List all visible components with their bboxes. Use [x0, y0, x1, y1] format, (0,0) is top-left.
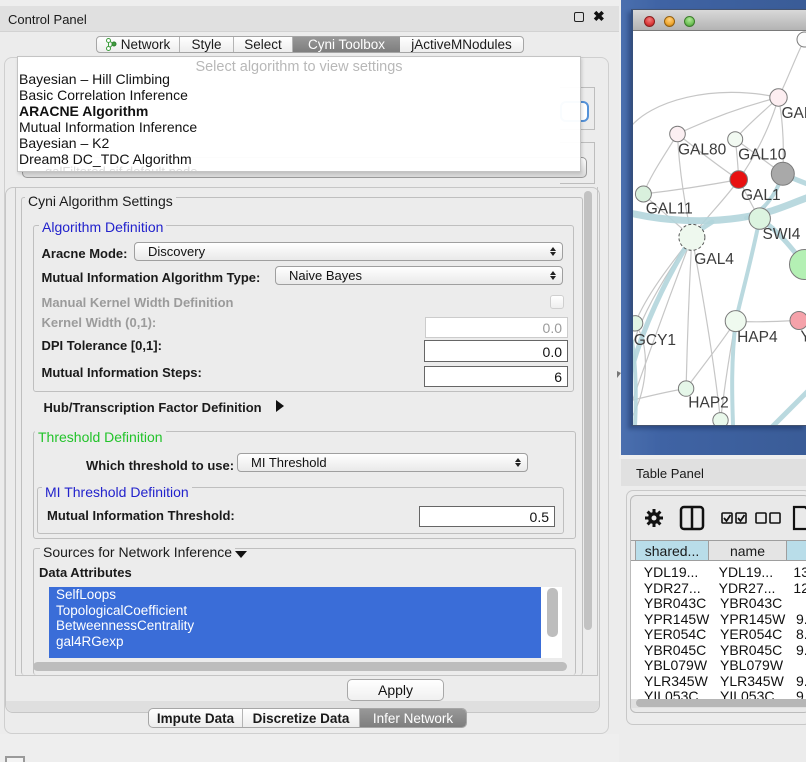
svg-text:GAL: GAL [781, 105, 806, 122]
svg-text:GAL10: GAL10 [738, 147, 787, 164]
svg-text:SWI4: SWI4 [762, 226, 800, 243]
svg-text:GAL80: GAL80 [678, 142, 727, 159]
svg-text:GAL1: GAL1 [741, 187, 781, 204]
svg-text:Y: Y [800, 329, 806, 346]
svg-text:GAL4: GAL4 [694, 251, 734, 268]
svg-text:HAP4: HAP4 [737, 329, 778, 346]
svg-text:HAP2: HAP2 [688, 395, 729, 412]
svg-text:GCY1: GCY1 [633, 332, 675, 349]
svg-text:GAL11: GAL11 [645, 200, 692, 217]
